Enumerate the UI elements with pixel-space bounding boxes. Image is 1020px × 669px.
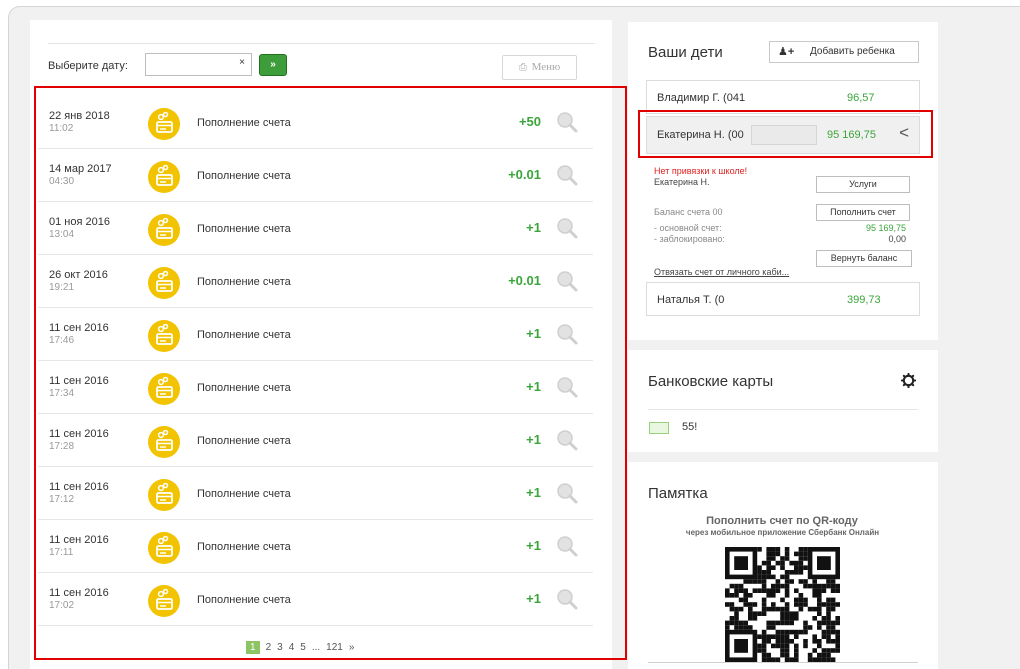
bank-card-icon <box>649 422 669 434</box>
kid-balance: 96,57 <box>847 92 875 104</box>
highlight-box-kid <box>638 110 933 158</box>
kid-row[interactable]: Наталья Т. (0 399,73 <box>646 282 920 316</box>
kid-balance: 399,73 <box>847 294 881 306</box>
return-balance-button[interactable]: Вернуть баланс <box>816 250 912 267</box>
kid-name: Владимир Г. (041 <box>657 92 746 104</box>
no-school-warning: Нет привязки к школе! <box>654 166 748 176</box>
topup-button[interactable]: Пополнить счет <box>816 204 910 221</box>
clear-date-icon[interactable]: × <box>239 57 245 68</box>
qr-title: Пополнить счет по QR-коду <box>706 515 858 527</box>
gear-icon[interactable] <box>900 372 917 389</box>
blocked-value: 0,00 <box>888 234 906 244</box>
add-child-label: Добавить ребенка <box>810 46 895 57</box>
divider <box>648 662 918 663</box>
date-filter-label: Выберите дату: <box>48 60 128 72</box>
add-user-icon: ♟+ <box>778 46 795 58</box>
unlink-account-link[interactable]: Отвязать счет от личного каби... <box>654 267 789 277</box>
divider <box>48 43 595 44</box>
memo-title: Памятка <box>648 485 708 502</box>
blocked-label: - заблокировано: <box>654 234 725 244</box>
menu-button-label: Меню <box>531 61 561 73</box>
bank-cards-title: Банковские карты <box>648 373 774 390</box>
apply-date-button[interactable]: » <box>259 54 287 76</box>
add-child-button[interactable]: ♟+ Добавить ребенка <box>769 41 919 63</box>
services-button[interactable]: Услуги <box>816 176 910 193</box>
divider <box>648 409 918 410</box>
printer-icon: ⎙ <box>518 62 527 73</box>
selected-kid-name: Екатерина Н. <box>654 177 710 187</box>
main-account-label: - основной счет: <box>654 223 722 233</box>
kids-title: Ваши дети <box>648 44 723 61</box>
balance-label: Баланс счета 00 <box>654 207 723 217</box>
date-input[interactable]: × <box>145 53 252 76</box>
bank-card-number[interactable]: 55! <box>682 421 697 433</box>
qr-code-image <box>725 547 840 662</box>
highlight-box-transactions <box>34 86 627 660</box>
qr-subtitle: через мобильное приложение Сбербанк Онла… <box>685 528 880 537</box>
main-account-value: 95 169,75 <box>865 223 906 233</box>
bank-cards-card <box>628 350 938 452</box>
kid-name: Наталья Т. (0 <box>657 294 725 306</box>
kid-row[interactable]: Владимир Г. (041 96,57 <box>646 80 920 114</box>
menu-button[interactable]: ⎙ Меню <box>502 55 577 80</box>
